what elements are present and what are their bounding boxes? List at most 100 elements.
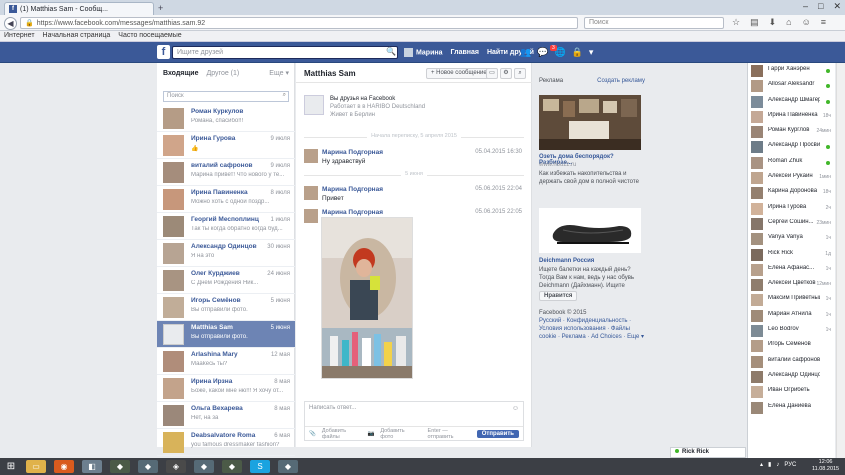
game-icon[interactable]: ◆ (278, 460, 298, 473)
tray-arrow-icon[interactable]: ▴ (760, 461, 763, 468)
chat-buddy[interactable]: Александр Шмагер (748, 94, 835, 109)
more-dropdown[interactable]: Еще ▾ (269, 69, 289, 77)
chat-buddy[interactable]: виталий сафронов (748, 354, 835, 369)
browser-tab[interactable]: f (1) Matthias Sam - Сообщ... (4, 2, 154, 15)
clipboard-icon[interactable]: ▤ (750, 17, 759, 28)
windows-start-icon[interactable]: ⊞ (4, 460, 18, 473)
add-files-button[interactable]: Добавить файлы (322, 428, 362, 440)
system-clock[interactable]: 12:06 11.08.2015 (812, 459, 839, 473)
chat-buddy[interactable]: Сергей Сошин... 23мин (748, 216, 835, 231)
create-ad-link[interactable]: Создать рекламу (597, 78, 645, 84)
message-sender[interactable]: Марина Подгорная (322, 186, 383, 193)
network-icon[interactable]: ▮ (768, 461, 771, 468)
language-indicator[interactable]: РУС (784, 462, 796, 468)
message-composer[interactable]: Написать ответ... ☺ 📎 Добавить файлы 📷 Д… (304, 401, 524, 441)
conversation-item[interactable]: Ирина Павиненка 8 июля Можно хоть с одной … (157, 186, 295, 213)
chat-buddy[interactable]: Алексей Рукаин 1мин (748, 170, 835, 185)
search-thread-icon[interactable]: ⌕ (514, 68, 526, 79)
chat-buddy[interactable]: Елена Афанас... 1ч (748, 262, 835, 277)
game-icon[interactable]: ◆ (138, 460, 158, 473)
settings-gear-icon[interactable]: ⚙ (500, 68, 512, 79)
conversation-item[interactable]: Ольга Вехарева 8 мая Нет, на за (157, 402, 295, 429)
footer-links[interactable]: Русский · Конфиденциальность · Условия и… (539, 317, 645, 341)
chat-buddy[interactable]: Максим Приветный 1ч (748, 292, 835, 307)
star-icon[interactable]: ☆ (732, 17, 740, 28)
tab-inbox[interactable]: Входящие (163, 70, 199, 77)
chat-buddy[interactable]: Алексей Цветков 12мин (748, 277, 835, 292)
browser-search-input[interactable]: Поиск (584, 17, 724, 29)
conversation-item[interactable]: Александр Одинцов 30 июня Я на это (157, 240, 295, 267)
close-icon[interactable]: ✕ (833, 1, 841, 12)
game-icon[interactable]: ◆ (222, 460, 242, 473)
chat-scrollbar[interactable] (836, 63, 845, 458)
back-arrow-icon[interactable]: ◀ (4, 17, 17, 30)
lock-settings-icon[interactable]: 🔒 (572, 47, 583, 58)
messages-icon[interactable]: 💬 (537, 47, 548, 58)
conversation-item[interactable]: виталий сафронов 9 июля Марина привет! Что… (157, 159, 295, 186)
nav-home[interactable]: Главная (451, 49, 479, 56)
ad-image-shoe[interactable] (539, 208, 641, 253)
chat-buddy[interactable]: Ирина Гурова 2ч (748, 201, 835, 216)
send-button[interactable]: Отправить (476, 429, 519, 438)
conversation-item[interactable]: Олег Курджиев 24 июня С Днем Рождения Ник.… (157, 267, 295, 294)
chat-buddy[interactable]: Rick Rick 1д (748, 247, 835, 262)
chat-buddy[interactable]: Игорь Семенов (748, 338, 835, 353)
conversation-item[interactable]: Ирина Гурова 9 июля 👍 (157, 132, 295, 159)
download-icon[interactable]: ⬇ (769, 17, 777, 28)
facebook-search-input[interactable]: Ищите друзей (172, 46, 398, 59)
home-icon[interactable]: ⌂ (786, 17, 791, 28)
chat-icon[interactable]: ☺ (802, 17, 811, 28)
account-dropdown-icon[interactable]: ▾ (589, 47, 594, 58)
url-bar[interactable]: 🔒 https://www.facebook.com/messages/matth… (20, 17, 578, 29)
emoji-icon[interactable]: ☺ (512, 405, 519, 412)
video-call-icon[interactable]: ▭ (486, 68, 498, 79)
conversations-search-input[interactable]: Поиск ⌕ (163, 91, 289, 102)
folder-icon[interactable]: ▭ (26, 460, 46, 473)
chat-buddy[interactable]: Ирина Павиненка 18ч (748, 109, 835, 124)
new-message-button[interactable]: + Новое сообщение (426, 68, 492, 79)
app-icon[interactable]: ◧ (82, 460, 102, 473)
camera-icon[interactable]: 📷 (367, 431, 374, 437)
search-icon[interactable]: 🔍 (386, 47, 396, 56)
message-sender[interactable]: Марина Подгорная (322, 209, 383, 216)
conversation-item[interactable]: Георгий Меспоплинц 1 июля Так ты когда обр… (157, 213, 295, 240)
conversation-item[interactable]: Arlashina Mary 12 мая Мааkесь ты? (157, 348, 295, 375)
chat-buddy[interactable]: Allosar Aleksandr (748, 78, 835, 93)
chat-buddy[interactable]: Иван Огрибеть (748, 384, 835, 399)
menu-icon[interactable]: ≡ (821, 17, 826, 28)
game-icon[interactable]: ◆ (110, 460, 130, 473)
chat-buddy[interactable]: Роман Курглов 24мин (748, 124, 835, 139)
tab-other[interactable]: Другое (1) (207, 70, 240, 77)
like-page-button[interactable]: Нравится (539, 291, 578, 301)
thread-title[interactable]: Matthias Sam (304, 69, 356, 78)
chat-buddy[interactable]: Гарри Ханэрен (748, 63, 835, 78)
app-icon[interactable]: ◈ (166, 460, 186, 473)
message-photo[interactable] (321, 217, 413, 379)
volume-icon[interactable]: ♪ (776, 462, 779, 468)
skype-icon[interactable]: S (250, 460, 270, 473)
message-sender[interactable]: Марина Подгорная (322, 149, 383, 156)
friend-requests-icon[interactable]: 👥 (520, 47, 531, 58)
chat-buddy[interactable]: Мариан Атнила 1ч (748, 308, 835, 323)
bookmark-start-page[interactable]: Начальная страница (43, 32, 111, 40)
conversation-item[interactable]: Ирина Ирзна 8 мая Боже, какой мне ню!!! Я … (157, 375, 295, 402)
chat-buddy[interactable]: Vanya Vanya 1ч (748, 231, 835, 246)
conversation-item[interactable]: Matthias Sam 5 июня Вы отправили фото. (157, 321, 295, 348)
nav-profile[interactable]: Марина (404, 48, 443, 57)
bookmark-frequent[interactable]: Часто посещаемые (118, 32, 181, 40)
new-tab-icon[interactable]: + (158, 3, 168, 13)
add-photo-button[interactable]: Добавить фото (380, 428, 415, 440)
facebook-logo-icon[interactable]: f (157, 45, 170, 59)
conversation-item[interactable]: Роман Куркулов Романа, спасибо!!! (157, 105, 295, 132)
conversation-item[interactable]: Игорь Семёнов 5 июня Вы отправили фото. (157, 294, 295, 321)
firefox-icon[interactable]: ◉ (54, 460, 74, 473)
chat-buddy[interactable]: Карина Доронова 18ч (748, 185, 835, 200)
chat-tab[interactable]: Rick Rick (670, 447, 746, 458)
chat-buddy[interactable]: Roman Zhuk (748, 155, 835, 170)
bookmark-internet[interactable]: Интернет (4, 32, 35, 40)
game-icon[interactable]: ◆ (194, 460, 214, 473)
minimize-icon[interactable]: – (803, 1, 808, 12)
ad-title[interactable]: Deichmann Россия (539, 258, 594, 264)
chat-buddy[interactable]: Елена Даниева (748, 400, 835, 415)
conversation-item[interactable]: Deabsalvatore Roma 6 мая you famous dressm… (157, 429, 295, 456)
